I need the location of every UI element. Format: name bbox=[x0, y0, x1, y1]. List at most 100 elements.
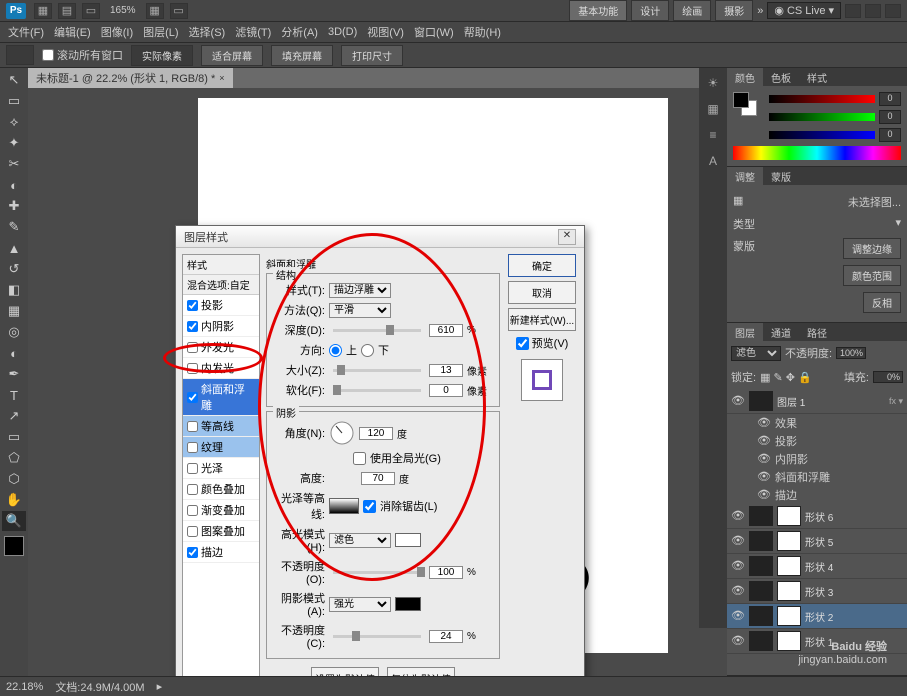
menu-select[interactable]: 选择(S) bbox=[185, 22, 230, 42]
direction-up[interactable] bbox=[329, 344, 342, 357]
layer-row[interactable]: 👁形状 4 bbox=[727, 554, 907, 579]
layer-effect[interactable]: 👁内阴影 bbox=[727, 450, 907, 468]
hand-tool[interactable]: ✋ bbox=[2, 490, 26, 510]
history-brush-tool[interactable]: ↺ bbox=[2, 259, 26, 279]
tab-masks[interactable]: 蒙版 bbox=[763, 167, 799, 185]
close-icon[interactable] bbox=[885, 4, 901, 18]
history-panel-icon[interactable]: ≡ bbox=[704, 126, 722, 144]
menu-filter[interactable]: 滤镜(T) bbox=[231, 22, 275, 42]
style-contour[interactable]: 等高线 bbox=[183, 416, 259, 437]
dodge-tool[interactable]: ◐ bbox=[2, 343, 26, 363]
menu-file[interactable]: 文件(F) bbox=[4, 22, 48, 42]
layer-thumb[interactable] bbox=[749, 581, 773, 601]
marquee-tool[interactable]: ▭ bbox=[2, 91, 26, 111]
more-workspaces[interactable]: » bbox=[757, 5, 763, 17]
tab-color[interactable]: 颜色 bbox=[727, 68, 763, 86]
size-slider[interactable] bbox=[333, 369, 421, 372]
layer-effect[interactable]: 👁斜面和浮雕 bbox=[727, 468, 907, 486]
gradient-tool[interactable]: ▦ bbox=[2, 301, 26, 321]
highlight-opacity-input[interactable] bbox=[429, 566, 463, 579]
layer-row[interactable]: 👁 形状 2 bbox=[727, 604, 907, 629]
brush-panel-icon[interactable]: ☀ bbox=[704, 74, 722, 92]
cslive-button[interactable]: ◉CS Live▾ bbox=[767, 2, 841, 19]
shadow-opacity-input[interactable] bbox=[429, 630, 463, 643]
brush-tool[interactable]: ✎ bbox=[2, 217, 26, 237]
crop-tool[interactable]: ✂ bbox=[2, 154, 26, 174]
visibility-icon[interactable]: 👁 bbox=[731, 509, 745, 523]
type-tool[interactable]: T bbox=[2, 385, 26, 405]
workspace-design[interactable]: 设计 bbox=[631, 0, 669, 21]
visibility-icon[interactable]: 👁 bbox=[731, 609, 745, 623]
invert-button[interactable]: 反相 bbox=[863, 292, 901, 313]
mask-thumb[interactable] bbox=[777, 606, 801, 626]
angle-dial[interactable] bbox=[329, 420, 355, 446]
maximize-icon[interactable] bbox=[865, 4, 881, 18]
visibility-icon[interactable]: 👁 bbox=[731, 634, 745, 648]
tab-adjustments[interactable]: 调整 bbox=[727, 167, 763, 185]
soften-slider[interactable] bbox=[333, 389, 421, 392]
style-bevel-emboss[interactable]: 斜面和浮雕 bbox=[183, 379, 259, 416]
scroll-all-checkbox[interactable]: 滚动所有窗口 bbox=[42, 47, 123, 63]
wand-tool[interactable]: ✦ bbox=[2, 133, 26, 153]
layer-name[interactable]: 形状 6 bbox=[805, 509, 903, 524]
move-tool[interactable]: ↖ bbox=[2, 70, 26, 90]
visibility-icon[interactable]: 👁 bbox=[731, 534, 745, 548]
opacity-value[interactable]: 100% bbox=[836, 347, 866, 359]
depth-slider[interactable] bbox=[333, 329, 421, 332]
layer-thumb[interactable] bbox=[749, 531, 773, 551]
blend-header[interactable]: 混合选项:自定 bbox=[183, 275, 259, 295]
b-value[interactable]: 0 bbox=[879, 128, 901, 142]
style-gradient-overlay[interactable]: 渐变叠加 bbox=[183, 500, 259, 521]
size-input[interactable] bbox=[429, 364, 463, 377]
foreground-color[interactable] bbox=[4, 536, 24, 556]
3d-tool[interactable]: ⬠ bbox=[2, 448, 26, 468]
shadow-mode-select[interactable]: 强光 bbox=[329, 597, 391, 612]
tool-preset[interactable] bbox=[6, 45, 34, 65]
fill-value[interactable]: 0% bbox=[873, 371, 903, 383]
visibility-icon[interactable]: 👁 bbox=[731, 559, 745, 573]
ok-button[interactable]: 确定 bbox=[508, 254, 576, 277]
layer-name[interactable]: 形状 2 bbox=[805, 609, 903, 624]
menu-3d[interactable]: 3D(D) bbox=[324, 24, 361, 40]
print-size-button[interactable]: 打印尺寸 bbox=[341, 45, 403, 66]
shadow-opacity-slider[interactable] bbox=[333, 635, 421, 638]
zoom-icon[interactable]: ▭ bbox=[82, 3, 100, 19]
color-range-button[interactable]: 颜色范围 bbox=[843, 265, 901, 286]
layer-row[interactable]: 👁形状 3 bbox=[727, 579, 907, 604]
layer-name[interactable]: 图层 1 bbox=[777, 394, 885, 409]
menu-layer[interactable]: 图层(L) bbox=[139, 22, 182, 42]
workspace-paint[interactable]: 绘画 bbox=[673, 0, 711, 21]
heal-tool[interactable]: ✚ bbox=[2, 196, 26, 216]
clone-panel-icon[interactable]: ▦ bbox=[704, 100, 722, 118]
menu-image[interactable]: 图像(I) bbox=[97, 22, 137, 42]
stamp-tool[interactable]: ▲ bbox=[2, 238, 26, 258]
lasso-tool[interactable]: ⟡ bbox=[2, 112, 26, 132]
visibility-icon[interactable]: 👁 bbox=[731, 394, 745, 408]
antialias-checkbox[interactable] bbox=[363, 500, 376, 513]
bevel-tech-select[interactable]: 平滑 bbox=[329, 303, 391, 318]
blur-tool[interactable]: ◎ bbox=[2, 322, 26, 342]
style-texture[interactable]: 纹理 bbox=[183, 437, 259, 458]
layer-thumb[interactable] bbox=[749, 391, 773, 411]
gloss-contour[interactable] bbox=[329, 498, 359, 514]
eraser-tool[interactable]: ◧ bbox=[2, 280, 26, 300]
layer-effect[interactable]: 👁投影 bbox=[727, 432, 907, 450]
minimize-icon[interactable] bbox=[845, 4, 861, 18]
status-zoom[interactable]: 22.18% bbox=[6, 681, 43, 693]
shadow-color[interactable] bbox=[395, 597, 421, 611]
menu-edit[interactable]: 编辑(E) bbox=[50, 22, 95, 42]
menu-analysis[interactable]: 分析(A) bbox=[277, 22, 322, 42]
zoom-tool[interactable]: 🔍 bbox=[2, 511, 26, 531]
screen-icon[interactable]: ▭ bbox=[170, 3, 188, 19]
tab-channels[interactable]: 通道 bbox=[763, 323, 799, 341]
3d-camera-tool[interactable]: ⬡ bbox=[2, 469, 26, 489]
layer-row[interactable]: 👁 形状 6 bbox=[727, 504, 907, 529]
cancel-button[interactable]: 取消 bbox=[508, 281, 576, 304]
fit-screen-button[interactable]: 适合屏幕 bbox=[201, 45, 263, 66]
menu-window[interactable]: 窗口(W) bbox=[410, 22, 458, 42]
layer-thumb[interactable] bbox=[749, 506, 773, 526]
tab-paths[interactable]: 路径 bbox=[799, 323, 835, 341]
global-light-checkbox[interactable] bbox=[353, 452, 366, 465]
set-default-button[interactable]: 设置为默认值 bbox=[311, 667, 379, 676]
mask-thumb[interactable] bbox=[777, 556, 801, 576]
